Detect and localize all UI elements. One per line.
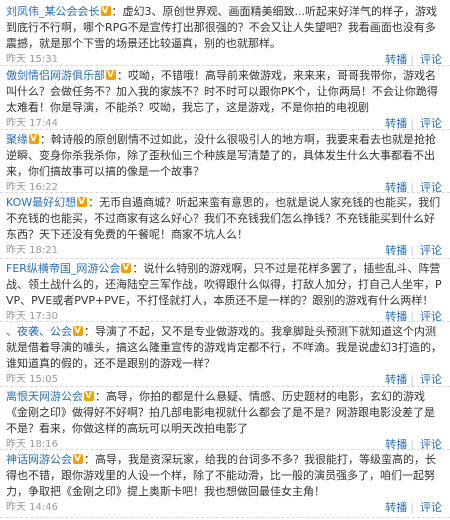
comment-body: 聚缘：斡诗般的原创剧情不过如此，没什么很吸引人的地方啊，我要来看去也就是抢抢逆瞬… bbox=[6, 130, 444, 180]
comment-body: 、夜袭、公会：导演了不起，又不是专业做游戏的。我拿脚趾头预测下就知道这个内测就是… bbox=[6, 322, 444, 372]
comment-post: 、夜袭、公会：导演了不起，又不是专业做游戏的。我拿脚趾头预测下就知道这个内测就是… bbox=[0, 322, 450, 387]
comment-meta: 昨天 18:21 转播 | 评论 bbox=[6, 243, 444, 259]
comment-actions: 转播 | 评论 bbox=[379, 500, 442, 517]
comment-actions: 转播 | 评论 bbox=[379, 243, 442, 260]
repost-link[interactable]: 转播 bbox=[385, 244, 407, 257]
repost-link[interactable]: 转播 bbox=[385, 373, 407, 386]
timestamp: 昨天 15:31 bbox=[6, 54, 58, 65]
comment-post: 神话网游公会：高导，我是资深玩家，给我的台词多不多？我很能打，等级蛮高的，长得也… bbox=[0, 450, 450, 518]
timestamp: 昨天 15:05 bbox=[6, 374, 58, 385]
comment-link[interactable]: 评论 bbox=[420, 117, 442, 130]
verified-badge-icon bbox=[77, 194, 88, 210]
action-separator: | bbox=[410, 501, 414, 514]
repost-link[interactable]: 转播 bbox=[385, 501, 407, 514]
comment-body: 神话网游公会：高导，我是资深玩家，给我的台词多不多？我很能打，等级蛮高的，长得也… bbox=[6, 450, 444, 500]
comment-body: KOW最好幻想：无币自遁商城？听起来蛮有意思的，也就是说人家充钱的也能买，我们不… bbox=[6, 193, 444, 243]
timestamp: 昨天 17:44 bbox=[6, 118, 58, 129]
comment-post: 离恨天网游公会：高导，你拍的都是什么悬疑、情感、历史题材的电影，玄幻的游戏《金刚… bbox=[0, 387, 450, 451]
author-name-link[interactable]: KOW最好幻想 bbox=[6, 196, 76, 209]
repost-link[interactable]: 转播 bbox=[385, 53, 407, 66]
author-name-link[interactable]: FER纵横帝国_网游公会 bbox=[6, 262, 120, 275]
action-separator: | bbox=[410, 373, 414, 386]
action-separator: | bbox=[410, 244, 414, 257]
comment-link[interactable]: 评论 bbox=[420, 53, 442, 66]
verified-badge-icon bbox=[106, 67, 116, 83]
comment-link[interactable]: 评论 bbox=[420, 501, 442, 514]
verified-badge-icon bbox=[100, 3, 111, 19]
comment-post: KOW最好幻想：无币自遁商城？听起来蛮有意思的，也就是说人家充钱的也能买，我们不… bbox=[0, 193, 450, 259]
verified-badge-icon bbox=[73, 451, 83, 467]
comment-link[interactable]: 评论 bbox=[420, 244, 442, 257]
verified-badge-icon bbox=[84, 388, 94, 404]
verified-badge-icon bbox=[29, 131, 39, 147]
author-name-link[interactable]: 离恨天网游公会 bbox=[6, 390, 83, 403]
comment-body: 傲剑情侣网游俱乐部：哎呦，不错哦！高导前来做游戏，来来来，哥哥我带你，游戏名叫什… bbox=[6, 66, 444, 116]
author-name-link[interactable]: 聚缘 bbox=[6, 133, 28, 146]
comment-post: 傲剑情侣网游俱乐部：哎呦，不错哦！高导前来做游戏，来来来，哥哥我带你，游戏名叫什… bbox=[0, 66, 450, 130]
author-name-link[interactable]: 、夜袭、公会 bbox=[6, 325, 72, 338]
action-separator: | bbox=[410, 53, 414, 66]
verified-badge-icon bbox=[121, 260, 132, 276]
weibo-comment-feed: 刘凤伟_某公会会长：虚幻3、原创世界观、画面精美细致...听起来好洋气的样子，游… bbox=[0, 0, 450, 520]
comment-body: 刘凤伟_某公会会长：虚幻3、原创世界观、画面精美细致...听起来好洋气的样子，游… bbox=[6, 2, 444, 52]
comment-meta: 昨天 15:05 转播 | 评论 bbox=[6, 372, 444, 388]
timestamp: 昨天 14:46 bbox=[6, 502, 58, 513]
comment-body: FER纵横帝国_网游公会：说什么特别的游戏啊，只不过是花样多罢了，插些乱斗、阵营… bbox=[6, 259, 444, 309]
author-name-link[interactable]: 傲剑情侣网游俱乐部 bbox=[6, 69, 105, 82]
timestamp: 昨天 18:21 bbox=[6, 245, 58, 256]
comment-post: FER纵横帝国_网游公会：说什么特别的游戏啊，只不过是花样多罢了，插些乱斗、阵营… bbox=[0, 259, 450, 323]
comment-post: 聚缘：斡诗般的原创剧情不过如此，没什么很吸引人的地方啊，我要来看去也就是抢抢逆瞬… bbox=[0, 130, 450, 194]
timestamp: 昨天 18:16 bbox=[6, 439, 58, 450]
repost-link[interactable]: 转播 bbox=[385, 117, 407, 130]
verified-badge-icon bbox=[73, 323, 83, 339]
author-name-link[interactable]: 刘凤伟_某公会会长 bbox=[6, 5, 100, 18]
comment-text: ：斡诗般的原创剧情不过如此，没什么很吸引人的地方啊，我要来看去也就是抢抢逆瞬、变… bbox=[6, 133, 436, 178]
timestamp: 昨天 16:22 bbox=[6, 182, 58, 193]
author-name-link[interactable]: 神话网游公会 bbox=[6, 453, 72, 466]
action-separator: | bbox=[410, 117, 414, 130]
timestamp: 昨天 17:30 bbox=[6, 311, 58, 322]
comment-meta: 昨天 14:46 转播 | 评论 bbox=[6, 500, 444, 516]
comment-body: 离恨天网游公会：高导，你拍的都是什么悬疑、情感、历史题材的电影，玄幻的游戏《金刚… bbox=[6, 387, 444, 437]
comment-post: 刘凤伟_某公会会长：虚幻3、原创世界观、画面精美细致...听起来好洋气的样子，游… bbox=[0, 2, 450, 66]
comment-link[interactable]: 评论 bbox=[420, 373, 442, 386]
